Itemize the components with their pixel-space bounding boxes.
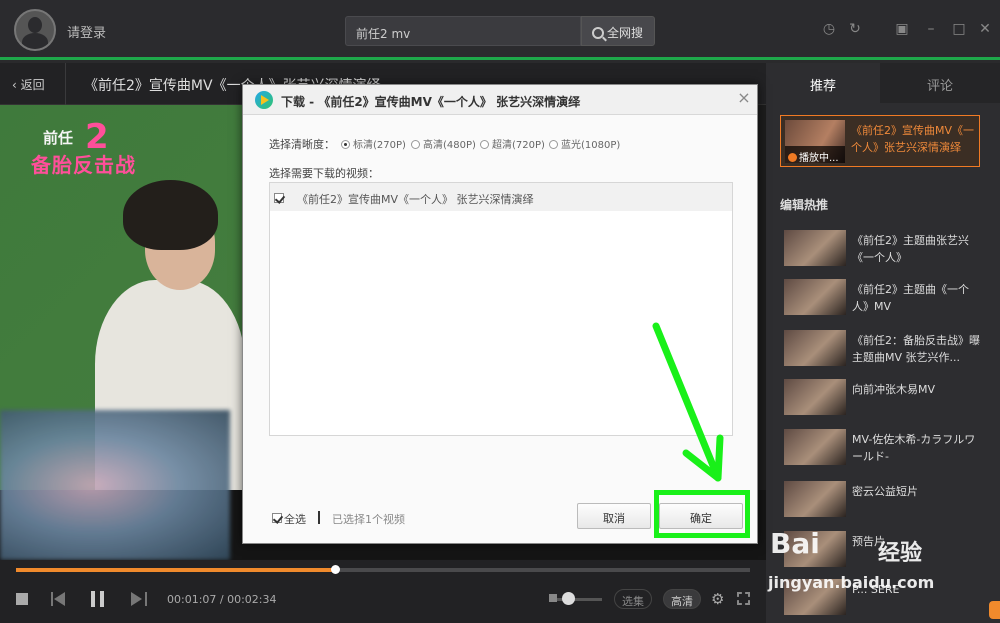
search-icon	[592, 27, 604, 39]
search-button-label: 全网搜	[607, 26, 644, 40]
hot-item-thumbnail	[784, 230, 846, 266]
minimize-icon[interactable]: –	[924, 22, 938, 36]
close-icon[interactable]: ✕	[978, 22, 992, 36]
tab-comment[interactable]: 评论	[880, 63, 1000, 103]
baidu-watermark: Bai 经验 jingyan.baidu.com	[768, 515, 1000, 623]
select-all-checkbox[interactable]	[272, 513, 282, 523]
video-blurred-inset	[0, 410, 230, 560]
previous-button[interactable]	[51, 592, 67, 606]
watermark-url: jingyan.baidu.com	[768, 573, 935, 592]
volume-knob[interactable]	[562, 592, 576, 605]
quality-option-720p[interactable]: 超清(720P)	[480, 136, 545, 151]
cancel-button[interactable]: 取消	[577, 503, 651, 529]
hot-item[interactable]: 向前冲张木易MV	[784, 379, 984, 417]
hot-item-title: MV-佐佐木希-カラフルワールド-	[852, 433, 976, 463]
hot-item[interactable]: 《前任2》主题曲《一个人》MV	[784, 279, 984, 317]
hot-item-title: 密云公益短片	[852, 485, 918, 498]
volume-icon[interactable]	[549, 594, 557, 602]
quality-option-label: 标清(270P)	[353, 140, 406, 151]
back-button[interactable]: ‹ 返回	[0, 63, 66, 105]
quality-option-270p[interactable]: 标清(270P)	[341, 136, 406, 151]
top-bar: 请登录 前任2 mv 全网搜 ◷ ↻ ▣ – □ ✕	[0, 0, 1000, 60]
corner-badge[interactable]	[989, 601, 1000, 619]
select-all-label[interactable]: 全选	[284, 511, 306, 527]
pause-button[interactable]	[91, 591, 105, 607]
hot-item[interactable]: 密云公益短片	[784, 481, 984, 519]
tencent-video-logo-icon	[255, 91, 273, 109]
hot-item-title: 《前任2》主题曲《一个人》MV	[852, 283, 969, 313]
history-icon[interactable]: ◷	[822, 22, 836, 36]
hot-item-title: 《前任2：备胎反击战》曝主题曲MV 张艺兴作...	[852, 334, 980, 364]
search-input[interactable]: 前任2 mv	[345, 16, 581, 46]
refresh-icon[interactable]: ↻	[848, 22, 862, 36]
maximize-icon[interactable]: □	[952, 22, 966, 36]
progress-fill	[16, 568, 336, 572]
back-label: 返回	[20, 78, 45, 92]
now-playing-badge-label: 播放中...	[799, 153, 839, 164]
quality-label: 选择清晰度：	[269, 138, 335, 151]
person-hair	[123, 180, 218, 250]
login-link[interactable]: 请登录	[67, 22, 106, 41]
radio-selected-icon[interactable]	[341, 140, 350, 149]
quality-option-1080p[interactable]: 蓝光(1080P)	[549, 136, 620, 151]
stop-button[interactable]	[16, 593, 28, 605]
settings-gear-icon[interactable]: ⚙	[711, 592, 726, 607]
movie-logo: 2 前任 备胎反击战	[25, 117, 160, 182]
watermark-brand: Bai	[770, 527, 820, 560]
list-item[interactable]: 《前任2》宣传曲MV《一个人》 张艺兴深情演绎	[270, 183, 732, 211]
avatar-head-icon	[28, 17, 42, 33]
hot-item-thumbnail	[784, 330, 846, 366]
hot-item[interactable]: MV-佐佐木希-カラフルワールド-	[784, 429, 984, 467]
hot-item-title: 向前冲张木易MV	[852, 383, 936, 396]
play-icon	[788, 153, 797, 162]
divider	[318, 511, 320, 524]
app-window: 请登录 前任2 mv 全网搜 ◷ ↻ ▣ – □ ✕ ‹ 返回 《前任2》宣传曲…	[0, 0, 1000, 623]
avatar-body-icon	[22, 33, 48, 49]
next-button[interactable]	[131, 592, 147, 606]
hot-item-thumbnail	[784, 379, 846, 415]
quality-option-label: 蓝光(1080P)	[561, 140, 621, 151]
confirm-highlight-box	[654, 490, 750, 538]
avatar[interactable]	[14, 9, 56, 51]
mini-mode-icon[interactable]: ▣	[895, 22, 909, 36]
dialog-close-icon[interactable]: ×	[737, 90, 751, 106]
list-item-checkbox[interactable]	[274, 193, 284, 203]
quality-option-label: 高清(480P)	[423, 140, 476, 151]
progress-thumb[interactable]	[331, 565, 341, 574]
radio-icon[interactable]	[480, 140, 489, 149]
episodes-button[interactable]: 选集	[614, 589, 652, 609]
hot-header: 编辑热推	[780, 198, 829, 212]
player-controls: 00:01:07 / 00:02:34 选集 高清 ⚙	[0, 560, 766, 623]
hot-item[interactable]: 《前任2：备胎反击战》曝主题曲MV 张艺兴作...	[784, 330, 984, 368]
quality-option-480p[interactable]: 高清(480P)	[411, 136, 476, 151]
quality-option-label: 超清(720P)	[492, 140, 545, 151]
volume-slider[interactable]	[550, 598, 602, 601]
time-display: 00:01:07 / 00:02:34	[167, 593, 277, 606]
hot-item-thumbnail	[784, 279, 846, 315]
radio-icon[interactable]	[411, 140, 420, 149]
tab-recommend[interactable]: 推荐	[766, 63, 880, 103]
now-playing-title: 《前任2》宣传曲MV《一个人》张艺兴深情演绎	[851, 124, 975, 154]
dialog-header: 下载 - 《前任2》宣传曲MV《一个人》 张艺兴深情演绎 ×	[243, 85, 757, 115]
dialog-title: 下载 - 《前任2》宣传曲MV《一个人》 张艺兴深情演绎	[281, 95, 581, 109]
progress-bar[interactable]	[16, 565, 750, 574]
movie-logo-line2: 备胎反击战	[31, 153, 136, 177]
now-playing-badge: 播放中...	[785, 146, 845, 164]
search-button[interactable]: 全网搜	[581, 16, 655, 46]
annotation-arrow-icon	[652, 322, 724, 482]
list-item-title: 《前任2》宣传曲MV《一个人》 张艺兴深情演绎	[297, 193, 534, 206]
radio-icon[interactable]	[549, 140, 558, 149]
quality-button[interactable]: 高清	[663, 589, 701, 609]
fullscreen-icon[interactable]	[737, 592, 750, 605]
now-playing-card[interactable]: 播放中... 《前任2》宣传曲MV《一个人》张艺兴深情演绎	[780, 115, 980, 167]
hot-item-title: 《前任2》主题曲张艺兴《一个人》	[852, 234, 969, 264]
movie-logo-line1: 前任	[43, 129, 74, 147]
hot-item[interactable]: 《前任2》主题曲张艺兴《一个人》	[784, 230, 984, 268]
watermark-product: 经验	[878, 541, 923, 566]
hot-item-thumbnail	[784, 429, 846, 465]
hot-item-thumbnail	[784, 481, 846, 517]
video-select-label: 选择需要下载的视频：	[269, 167, 379, 180]
selected-count: 已选择1个视频	[332, 513, 405, 526]
